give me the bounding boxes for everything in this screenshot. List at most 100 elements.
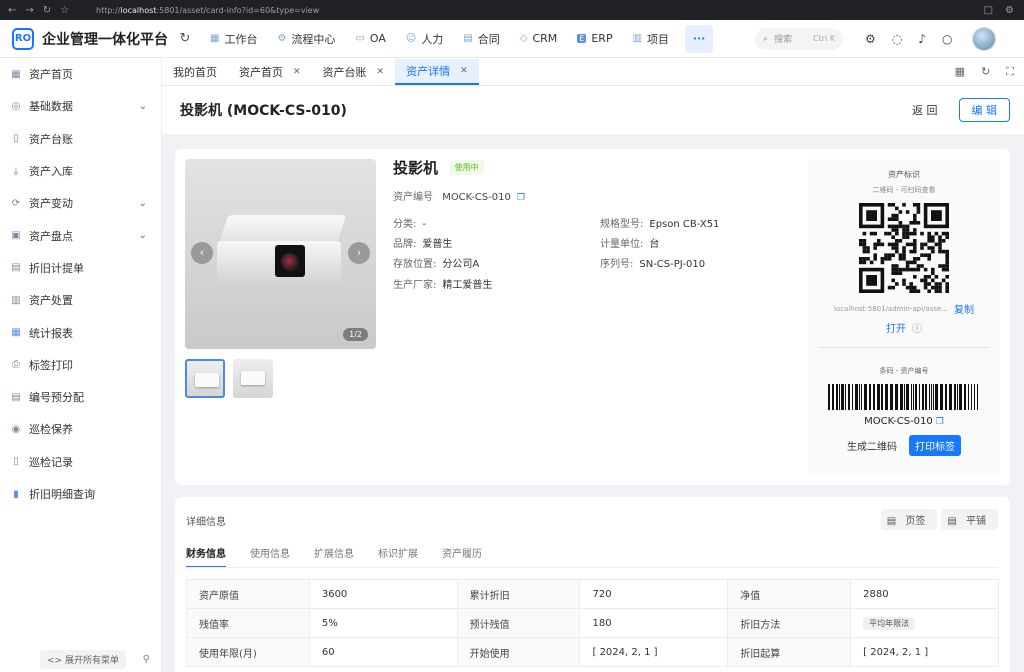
- page-title: 投影机 (MOCK-CS-010): [180, 103, 347, 119]
- sidebar-item-label-print[interactable]: ⎙ 标签打印: [0, 349, 161, 381]
- sidebar-item-label: 巡检保养: [29, 423, 73, 437]
- sidebar-item-depreciation-query[interactable]: ▮ 折旧明细查询: [0, 478, 161, 510]
- refresh-tab-icon[interactable]: ↻: [981, 65, 990, 79]
- tab-asset-home[interactable]: 资产首页 ✕: [228, 59, 312, 85]
- sidebar: ▦ 资产首页 ◎ 基础数据 ⌄ ▯ 资产台账 ⤓ 资产入库 ⟳ 资产变动 ⌄ ▣ 资产盘点 ⌄ ▤…: [0, 58, 162, 672]
- back-button[interactable]: 返 回: [901, 98, 949, 122]
- nav-workbench[interactable]: ▦ 工作台: [200, 25, 267, 53]
- sidebar-item-asset-home[interactable]: ▦ 资产首页: [0, 58, 161, 90]
- forward-arrow-icon[interactable]: →: [25, 5, 33, 16]
- tab-my-home[interactable]: 我的首页: [162, 59, 228, 85]
- thumbnail[interactable]: [233, 359, 273, 398]
- back-arrow-icon[interactable]: ←: [8, 5, 16, 16]
- tab-finance[interactable]: 财务信息: [186, 545, 226, 568]
- sidebar-item-inventory[interactable]: ▣ 资产盘点 ⌄: [0, 219, 161, 251]
- view-flat-button[interactable]: ▤ 平铺: [941, 509, 998, 530]
- page-tabs: 我的首页 资产首页 ✕ 资产台账 ✕ 资产详情 ✕ ▦ ↻ ⛶: [162, 58, 1024, 86]
- extensions-icon[interactable]: □: [984, 5, 993, 16]
- close-icon[interactable]: ✕: [460, 66, 468, 76]
- table-value: 平均年限法: [850, 608, 999, 638]
- sidebar-item-inspection-records[interactable]: ▯ 巡检记录: [0, 446, 161, 478]
- asset-card: ‹ › 1/2 投影机 使用中 资产编号 MOCK-CS-010 ❐ 分类: - …: [175, 149, 1010, 485]
- nav-label: 合同: [477, 32, 500, 46]
- more-nav-button[interactable]: ···: [685, 24, 714, 53]
- edit-button[interactable]: 编 辑: [958, 98, 1010, 122]
- download-icon: ⤓: [13, 165, 19, 177]
- settings-icon[interactable]: ⚙: [865, 32, 876, 46]
- next-image-icon[interactable]: ›: [348, 242, 370, 264]
- bookmark-star-icon[interactable]: ☆: [60, 5, 69, 16]
- table-value: 60: [308, 637, 458, 667]
- tab-history[interactable]: 资产履历: [442, 545, 482, 568]
- avatar[interactable]: [972, 26, 997, 51]
- open-label: 打开: [886, 324, 906, 335]
- copy-icon[interactable]: ❐: [517, 193, 525, 203]
- barcode-value: MOCK-CS-010: [864, 416, 933, 427]
- close-icon[interactable]: ✕: [293, 67, 301, 77]
- open-link-button[interactable]: 打开 ⓘ: [808, 320, 1000, 335]
- sidebar-item-base-data[interactable]: ◎ 基础数据 ⌄: [0, 90, 161, 122]
- expand-all-menus-button[interactable]: <> 展开所有菜单: [40, 649, 126, 669]
- message-icon[interactable]: ○: [942, 32, 952, 46]
- refresh-icon[interactable]: ↻: [174, 31, 196, 46]
- search-placeholder: 搜索: [774, 35, 793, 45]
- copy-link-button[interactable]: 复制: [954, 301, 974, 316]
- sidebar-item-inbound[interactable]: ⤓ 资产入库: [0, 155, 161, 187]
- sidebar-item-depreciation[interactable]: ▤ 折旧计提单: [0, 252, 161, 284]
- view-tabs-button[interactable]: ▤ 页签: [880, 509, 938, 530]
- sidebar-item-reports[interactable]: ▦ 统计报表: [0, 316, 161, 348]
- nav-label: OA: [369, 32, 386, 45]
- sidebar-item-inspection[interactable]: ◉ 巡检保养: [0, 413, 161, 445]
- bell-icon[interactable]: ♪: [918, 32, 926, 46]
- copy-icon[interactable]: ❐: [936, 417, 944, 427]
- sidebar-item-ledger[interactable]: ▯ 资产台账: [0, 123, 161, 155]
- chevron-down-icon: ⌄: [138, 230, 147, 242]
- nav-hr[interactable]: ☺ 人力: [396, 25, 453, 53]
- table-key: 资产原值: [186, 579, 310, 609]
- address-bar[interactable]: http://localhost:5801/asset/card-info?id…: [88, 6, 984, 15]
- sidebar-item-number-prealloc[interactable]: ▤ 编号预分配: [0, 381, 161, 413]
- generate-qr-button[interactable]: 生成二维码: [847, 438, 897, 453]
- nav-oa[interactable]: ▭ OA: [345, 25, 395, 53]
- tab-identity-ext[interactable]: 标识扩展: [378, 545, 418, 568]
- app-logo: RO: [12, 27, 34, 50]
- search-box[interactable]: ⌕ 搜索 Ctrl K: [755, 27, 844, 50]
- field-brand: 品牌: 爱普生: [393, 239, 453, 250]
- table-row: 资产原值 3600 累计折旧 720 净值 2880: [186, 579, 999, 609]
- nav-project[interactable]: ▥ 项目: [623, 25, 679, 53]
- reload-icon[interactable]: ↻: [43, 5, 51, 16]
- oa-icon: ▭: [355, 33, 365, 44]
- nav-crm[interactable]: ◇ CRM: [510, 25, 568, 53]
- swap-icon: ⟳: [11, 197, 21, 209]
- sidebar-footer: <> 展开所有菜单 ⚲: [0, 646, 162, 672]
- barcode: [828, 384, 978, 410]
- nav-flow-center[interactable]: ⚙ 流程中心: [267, 25, 345, 53]
- tab-asset-ledger[interactable]: 资产台账 ✕: [312, 59, 396, 85]
- search-icon: ⌕: [763, 33, 769, 44]
- grid-icon[interactable]: ▦: [955, 65, 965, 79]
- chat-icon[interactable]: ◌: [892, 32, 902, 46]
- pin-icon[interactable]: ⚲: [143, 654, 150, 665]
- field-serial: 序列号: SN-CS-PJ-010: [600, 259, 706, 270]
- field-unit: 计量单位: 台: [600, 239, 660, 250]
- nav-label: CRM: [532, 32, 558, 45]
- settings-gear-icon[interactable]: ⚙: [1005, 5, 1014, 16]
- browser-nav: ← → ↻ ☆: [0, 5, 88, 16]
- nav-erp[interactable]: E ERP: [567, 25, 622, 53]
- sidebar-item-change[interactable]: ⟳ 资产变动 ⌄: [0, 187, 161, 219]
- nav-label: 项目: [647, 32, 670, 46]
- close-icon[interactable]: ✕: [377, 67, 385, 77]
- tab-extension[interactable]: 扩展信息: [314, 545, 354, 568]
- fullscreen-icon[interactable]: ⛶: [1006, 65, 1014, 79]
- print-label-button[interactable]: 打印标签: [909, 435, 961, 456]
- asset-info: 投影机 使用中 资产编号 MOCK-CS-010 ❐ 分类: - 品牌: 爱普生 存…: [393, 157, 793, 291]
- prev-image-icon[interactable]: ‹: [191, 242, 213, 264]
- identity-panel: 资产标识 二维码 - 可扫码查看 localhost:5801/admin-ap…: [808, 159, 1000, 475]
- nav-contract[interactable]: ▤ 合同: [453, 25, 509, 53]
- tab-usage[interactable]: 使用信息: [250, 545, 290, 568]
- sidebar-item-disposal[interactable]: ▥ 资产处置: [0, 284, 161, 316]
- table-key: 折旧方法: [727, 608, 852, 638]
- thumbnail[interactable]: [185, 359, 225, 398]
- tab-asset-detail[interactable]: 资产详情 ✕: [395, 59, 479, 85]
- detail-card: 详细信息 ▤ 页签 ▤ 平铺 财务信息 使用信息 扩展信息 标识扩展 资产履历 …: [175, 497, 1010, 672]
